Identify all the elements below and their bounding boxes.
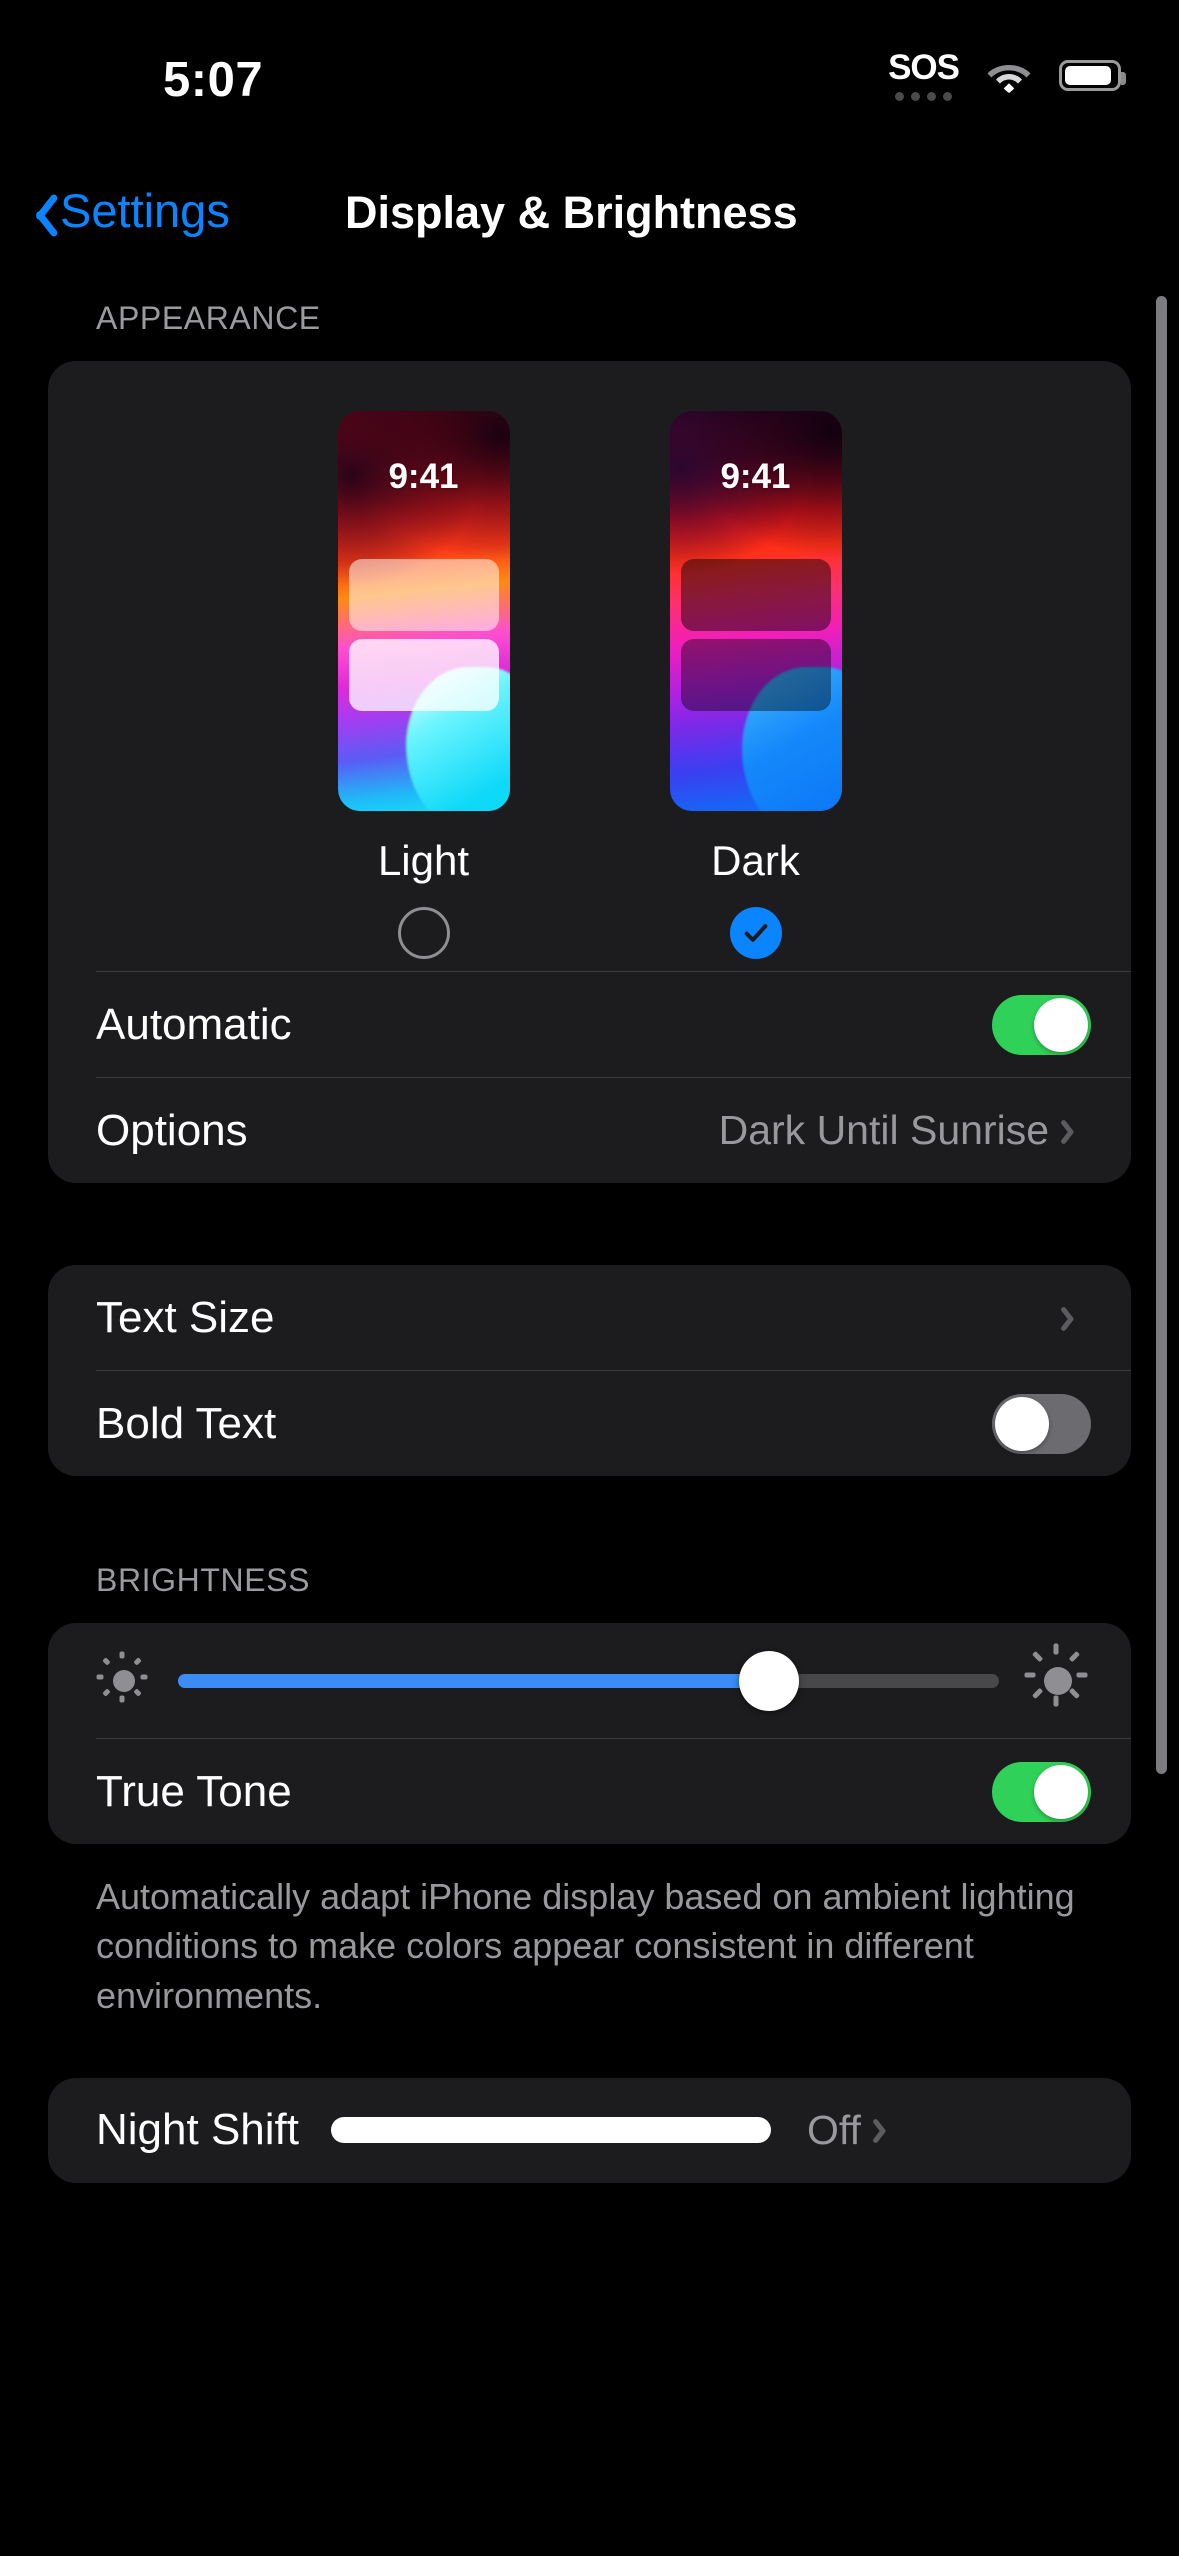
sun-small-icon bbox=[96, 1651, 152, 1709]
light-preview-notification-card bbox=[348, 559, 499, 631]
bold-text-toggle[interactable] bbox=[992, 1393, 1091, 1454]
appearance-section-header: APPEARANCE bbox=[96, 300, 321, 336]
night-shift-label: Night Shift bbox=[96, 2105, 299, 2155]
back-button[interactable]: Settings bbox=[22, 183, 230, 238]
night-shift-value: Off bbox=[806, 2106, 861, 2153]
battery-icon bbox=[1059, 60, 1126, 91]
iphone-screen: 5:07 SOS Settings Display & Brightness A… bbox=[0, 0, 1179, 2556]
brightness-slider-fill bbox=[178, 1673, 770, 1688]
chevron-right-icon bbox=[1065, 1117, 1081, 1145]
dark-mode-preview-thumbnail: 9:41 bbox=[669, 411, 842, 811]
text-size-label: Text Size bbox=[96, 1292, 275, 1342]
true-tone-description: Automatically adapt iPhone display based… bbox=[96, 1876, 1075, 2016]
back-button-label: Settings bbox=[60, 184, 230, 237]
sos-label: SOS bbox=[888, 48, 960, 87]
wifi-icon bbox=[987, 59, 1031, 93]
status-bar-clock: 5:07 bbox=[163, 53, 264, 107]
dark-preview-notification-card bbox=[680, 639, 831, 711]
status-bar: 5:07 SOS bbox=[0, 0, 1179, 110]
light-mode-preview-thumbnail: 9:41 bbox=[337, 411, 510, 811]
night-shift-redaction-bar bbox=[330, 2117, 771, 2144]
row-bold-text[interactable]: Bold Text bbox=[48, 1371, 1131, 1476]
navigation-bar: Settings Display & Brightness bbox=[0, 175, 1179, 285]
brightness-slider[interactable] bbox=[178, 1650, 999, 1711]
appearance-mode-light[interactable]: 9:41 Light bbox=[337, 411, 510, 959]
light-mode-radio[interactable] bbox=[397, 907, 450, 959]
dark-preview-clock: 9:41 bbox=[720, 457, 791, 496]
light-preview-notification-card bbox=[348, 639, 499, 711]
row-night-shift[interactable]: Night Shift Off bbox=[48, 2078, 1131, 2183]
dark-mode-radio[interactable] bbox=[729, 907, 782, 959]
options-label: Options bbox=[96, 1105, 248, 1155]
dark-mode-label: Dark bbox=[711, 837, 800, 884]
automatic-label: Automatic bbox=[96, 999, 292, 1049]
options-value: Dark Until Sunrise bbox=[718, 1107, 1049, 1153]
bold-text-label: Bold Text bbox=[96, 1398, 277, 1448]
checkmark-icon bbox=[744, 924, 767, 942]
brightness-card: True Tone bbox=[48, 1623, 1131, 1844]
appearance-mode-previews: 9:41 Light 9:41 Dark bbox=[48, 411, 1131, 959]
page-title: Display & Brightness bbox=[345, 187, 798, 238]
vertical-scrollbar[interactable] bbox=[1156, 296, 1167, 1774]
light-preview-clock: 9:41 bbox=[388, 457, 459, 496]
dark-preview-notification-card bbox=[680, 559, 831, 631]
chevron-left-icon bbox=[22, 187, 52, 235]
brightness-section-header: BRIGHTNESS bbox=[96, 1562, 311, 1598]
row-text-size[interactable]: Text Size bbox=[48, 1265, 1131, 1370]
appearance-card: 9:41 Light 9:41 Dark Automatic Options D… bbox=[48, 361, 1131, 1183]
sun-large-icon bbox=[1024, 1643, 1091, 1714]
chevron-right-icon bbox=[1065, 1304, 1081, 1332]
appearance-preview-area: 9:41 Light 9:41 Dark bbox=[48, 361, 1131, 971]
row-options[interactable]: Options Dark Until Sunrise bbox=[48, 1078, 1131, 1183]
settings-scroll-content: APPEARANCE 9:41 Light 9:41 Dark Automati… bbox=[0, 300, 1179, 2183]
true-tone-toggle[interactable] bbox=[992, 1761, 1091, 1822]
appearance-mode-dark[interactable]: 9:41 Dark bbox=[669, 411, 842, 959]
text-settings-card: Text Size Bold Text bbox=[48, 1265, 1131, 1476]
sos-indicator: SOS bbox=[888, 48, 960, 101]
chevron-right-icon bbox=[877, 2116, 893, 2144]
brightness-slider-thumb[interactable] bbox=[739, 1650, 800, 1711]
automatic-toggle[interactable] bbox=[992, 994, 1091, 1055]
sos-signal-dots bbox=[895, 92, 953, 101]
row-true-tone[interactable]: True Tone bbox=[48, 1739, 1131, 1844]
true-tone-label: True Tone bbox=[96, 1766, 292, 1816]
brightness-slider-row bbox=[48, 1623, 1131, 1738]
light-mode-label: Light bbox=[377, 837, 470, 884]
night-shift-card: Night Shift Off bbox=[48, 2077, 1131, 2183]
status-bar-indicators: SOS bbox=[888, 48, 1126, 101]
row-automatic[interactable]: Automatic bbox=[48, 972, 1131, 1077]
